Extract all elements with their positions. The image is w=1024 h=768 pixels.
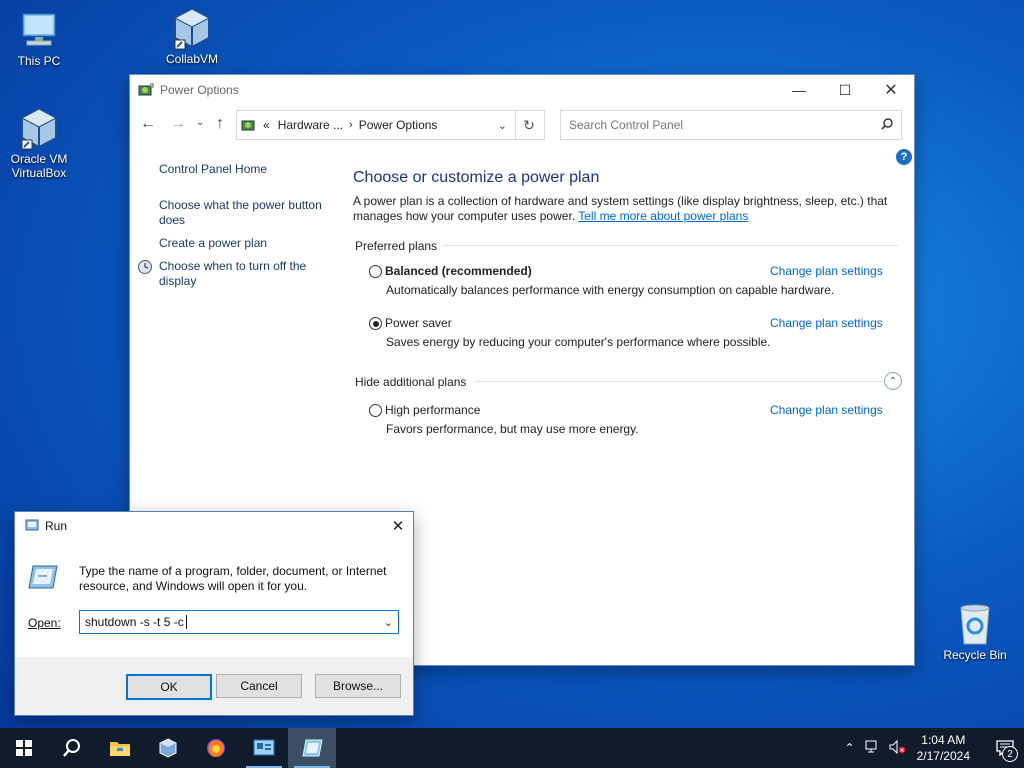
page-title: Choose or customize a power plan bbox=[353, 169, 600, 186]
address-overflow[interactable]: « bbox=[263, 118, 270, 132]
plan-radio-balanced[interactable] bbox=[369, 265, 382, 278]
control-panel-icon bbox=[241, 117, 257, 133]
virtualbox-icon bbox=[170, 6, 214, 50]
open-combobox[interactable]: shutdown -s -t 5 -c ⌄ bbox=[79, 610, 399, 634]
sidebar-item-create-plan[interactable]: Create a power plan bbox=[159, 236, 267, 250]
plan-radio-high-performance[interactable] bbox=[369, 404, 382, 417]
run-title-bar[interactable]: Run ✕ bbox=[15, 512, 413, 540]
clock-icon bbox=[137, 259, 153, 280]
plan-description: Saves energy by reducing your computer's… bbox=[386, 335, 771, 349]
run-instructions: Type the name of a program, folder, docu… bbox=[79, 564, 387, 593]
ok-button[interactable]: OK bbox=[126, 674, 212, 700]
text-cursor bbox=[185, 615, 187, 629]
desktop-icon-label: This PC bbox=[17, 54, 61, 68]
notifications-button[interactable]: 2 bbox=[986, 728, 1024, 768]
forward-button[interactable]: → bbox=[170, 115, 186, 133]
search-input[interactable]: Search Control Panel bbox=[569, 118, 881, 132]
run-taskbar-button[interactable] bbox=[288, 728, 336, 768]
clock-time: 1:04 AM bbox=[921, 733, 966, 747]
folder-icon bbox=[110, 742, 130, 756]
recycle-bin-icon bbox=[953, 602, 997, 646]
run-icon bbox=[302, 739, 323, 757]
breadcrumb-power-options[interactable]: Power Options bbox=[359, 118, 438, 132]
plan-radio-power-saver[interactable] bbox=[369, 317, 382, 330]
recent-locations-button[interactable]: ⌄ bbox=[196, 117, 204, 128]
start-button[interactable] bbox=[0, 728, 48, 768]
section-divider bbox=[474, 381, 882, 382]
clock[interactable]: 1:04 AM 2/17/2024 bbox=[917, 732, 970, 764]
network-icon[interactable] bbox=[865, 740, 881, 757]
open-input[interactable]: shutdown -s -t 5 -c bbox=[85, 615, 184, 629]
window-title: Power Options bbox=[160, 83, 239, 97]
volume-muted-icon[interactable] bbox=[889, 739, 907, 757]
search-button[interactable] bbox=[48, 728, 96, 768]
title-bar[interactable]: Power Options — ☐ ✕ bbox=[130, 75, 914, 105]
collapse-chevron-icon[interactable]: ⌃ bbox=[884, 372, 902, 390]
run-title: Run bbox=[45, 519, 68, 533]
plan-description: Automatically balances performance with … bbox=[386, 283, 835, 297]
run-dialog: Run ✕ Type the name of a program, folder… bbox=[15, 512, 413, 715]
virtualbox-taskbar-button[interactable] bbox=[144, 728, 192, 768]
firefox-button[interactable] bbox=[192, 728, 240, 768]
search-icon[interactable] bbox=[881, 117, 893, 133]
plan-name[interactable]: High performance bbox=[385, 403, 480, 417]
run-close-button[interactable]: ✕ bbox=[383, 517, 413, 535]
breadcrumb-separator-icon: › bbox=[349, 119, 353, 131]
sidebar-control-panel-home[interactable]: Control Panel Home bbox=[159, 162, 267, 176]
tell-me-more-link[interactable]: Tell me more about power plans bbox=[578, 209, 748, 223]
preferred-plans-heading: Preferred plans bbox=[355, 239, 438, 253]
desktop-icon-virtualbox[interactable]: Oracle VM VirtualBox bbox=[1, 106, 77, 180]
system-tray: ⌃ 1:04 AM 2/17/2024 2 bbox=[845, 728, 1024, 768]
section-divider bbox=[442, 245, 898, 246]
control-panel-taskbar-button[interactable] bbox=[240, 728, 288, 768]
change-plan-settings-link[interactable]: Change plan settings bbox=[770, 264, 883, 278]
computer-icon bbox=[17, 8, 61, 52]
virtualbox-icon bbox=[17, 106, 61, 150]
breadcrumb-hardware[interactable]: Hardware ... bbox=[278, 118, 343, 132]
plan-name[interactable]: Balanced (recommended) bbox=[385, 264, 532, 278]
open-label: Open: bbox=[28, 616, 61, 630]
file-explorer-button[interactable] bbox=[96, 728, 144, 768]
hide-additional-plans-heading[interactable]: Hide additional plans bbox=[355, 375, 466, 389]
plan-name[interactable]: Power saver bbox=[385, 316, 452, 330]
back-button[interactable]: ← bbox=[140, 115, 156, 133]
run-content: Run ✕ Type the name of a program, folder… bbox=[15, 512, 413, 657]
address-dropdown-icon[interactable]: ⌄ bbox=[498, 119, 507, 132]
change-plan-settings-link[interactable]: Change plan settings bbox=[770, 403, 883, 417]
desktop-icon-label: CollabVM bbox=[165, 52, 219, 66]
change-plan-settings-link[interactable]: Change plan settings bbox=[770, 316, 883, 330]
run-icon bbox=[25, 519, 39, 534]
chevron-down-icon[interactable]: ⌄ bbox=[384, 616, 393, 629]
sidebar-item-display-off[interactable]: Choose when to turn off the display bbox=[159, 259, 324, 289]
desktop-icon-collabvm[interactable]: CollabVM bbox=[154, 6, 230, 66]
close-button[interactable]: ✕ bbox=[868, 75, 914, 105]
notification-count-badge: 2 bbox=[1002, 746, 1018, 762]
show-hidden-icons-chevron-icon[interactable]: ⌃ bbox=[845, 741, 855, 755]
refresh-button[interactable]: ↻ bbox=[514, 110, 545, 140]
search-icon bbox=[63, 739, 80, 757]
control-panel-icon bbox=[253, 739, 275, 756]
search-box[interactable]: Search Control Panel bbox=[560, 110, 902, 140]
desktop-icon-recycle-bin[interactable]: Recycle Bin bbox=[937, 602, 1013, 662]
help-icon[interactable]: ? bbox=[896, 149, 912, 165]
plan-description: Favors performance, but may use more ene… bbox=[386, 422, 639, 436]
firefox-icon bbox=[207, 739, 225, 757]
up-button[interactable]: ↑ bbox=[216, 115, 224, 133]
page-description: A power plan is a collection of hardware… bbox=[353, 194, 898, 224]
address-bar[interactable]: « Hardware ... › Power Options ⌄ bbox=[236, 110, 516, 140]
windows-logo-icon bbox=[16, 740, 32, 756]
clock-date: 2/17/2024 bbox=[916, 749, 970, 763]
taskbar: ⌃ 1:04 AM 2/17/2024 2 bbox=[0, 728, 1024, 768]
desktop-icon-this-pc[interactable]: This PC bbox=[1, 8, 77, 68]
run-program-icon bbox=[27, 564, 59, 595]
cancel-button[interactable]: Cancel bbox=[216, 674, 302, 698]
desktop-icon-label: Oracle VM VirtualBox bbox=[10, 152, 68, 180]
minimize-button[interactable]: — bbox=[776, 75, 822, 105]
power-options-icon bbox=[138, 82, 154, 98]
browse-button[interactable]: Browse... bbox=[315, 674, 401, 698]
desktop-icon-label: Recycle Bin bbox=[943, 648, 1007, 662]
maximize-button[interactable]: ☐ bbox=[822, 75, 868, 105]
sidebar-item-power-button[interactable]: Choose what the power button does bbox=[159, 198, 334, 228]
virtualbox-icon bbox=[159, 738, 177, 758]
